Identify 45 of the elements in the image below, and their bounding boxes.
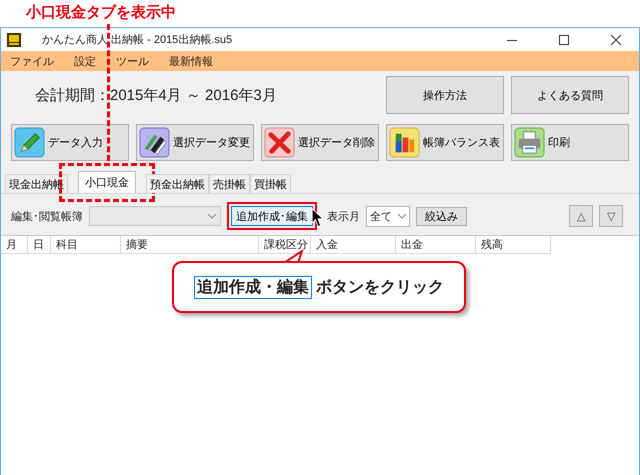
pens-icon — [139, 127, 170, 158]
month-label: 表示月 — [327, 210, 360, 224]
toolbar-button[interactable]: 選択データ変更 — [136, 124, 254, 161]
bar-chart-icon — [389, 127, 420, 158]
cursor-icon — [311, 208, 325, 228]
menu-item[interactable]: ファイル — [7, 54, 57, 68]
printer-icon — [514, 127, 545, 158]
caret-icon — [398, 214, 406, 218]
move-up-button[interactable]: △ — [569, 205, 593, 227]
move-down-button[interactable]: ▽ — [599, 205, 623, 227]
accounting-period: 会計期間：2015年4月 ～ 2016年3月 — [35, 86, 278, 104]
column-header[interactable]: 残高 — [476, 236, 551, 254]
column-header[interactable]: 日 — [28, 236, 51, 254]
column-header[interactable]: 月 — [1, 236, 28, 254]
tab[interactable]: 買掛帳 — [250, 174, 291, 193]
toolbar-button[interactable]: 選択データ削除 — [261, 124, 379, 161]
column-header[interactable]: 入金 — [311, 236, 396, 254]
caret-icon — [208, 214, 216, 218]
toolbar-button[interactable]: 帳簿バランス表 — [386, 124, 504, 161]
add-edit-button[interactable]: 追加作成･編集 — [231, 206, 313, 226]
help-button[interactable]: 操作方法 — [386, 76, 504, 114]
column-header[interactable]: 出金 — [396, 236, 476, 254]
tab[interactable]: 小口現金 — [78, 171, 136, 193]
toolbar-button[interactable]: データ入力 — [11, 124, 129, 161]
tab[interactable]: 売掛帳 — [209, 174, 250, 193]
ledger-label: 編集･閲覧帳簿 — [11, 210, 83, 224]
highlighted-label: 追加作成・編集 — [194, 276, 312, 298]
window-title: かんたん商人 出納帳 - 2015出納帳.su5 — [42, 32, 234, 47]
tab[interactable]: 預金出納帳 — [146, 174, 209, 193]
column-header[interactable]: 科目 — [51, 236, 121, 254]
callout-text: ボタンをクリック — [316, 278, 444, 298]
help-button[interactable]: よくある質問 — [511, 76, 629, 114]
column-header[interactable]: 摘要 — [121, 236, 259, 254]
annotation-title: 小口現金タブを表示中 — [26, 3, 176, 22]
month-dropdown[interactable]: 全て — [366, 206, 410, 226]
menu-item[interactable]: 最新情報 — [166, 54, 216, 68]
app-icon — [7, 32, 21, 46]
maximize-icon[interactable] — [559, 34, 569, 44]
close-icon[interactable] — [611, 34, 621, 44]
menu-item[interactable]: ツール — [113, 54, 152, 68]
filter-button[interactable]: 絞込み — [416, 206, 467, 226]
menu-item[interactable]: 設定 — [71, 54, 99, 68]
pencil-icon — [14, 127, 45, 158]
cross-icon — [264, 127, 295, 158]
toolbar-button[interactable]: 印刷 — [511, 124, 629, 161]
